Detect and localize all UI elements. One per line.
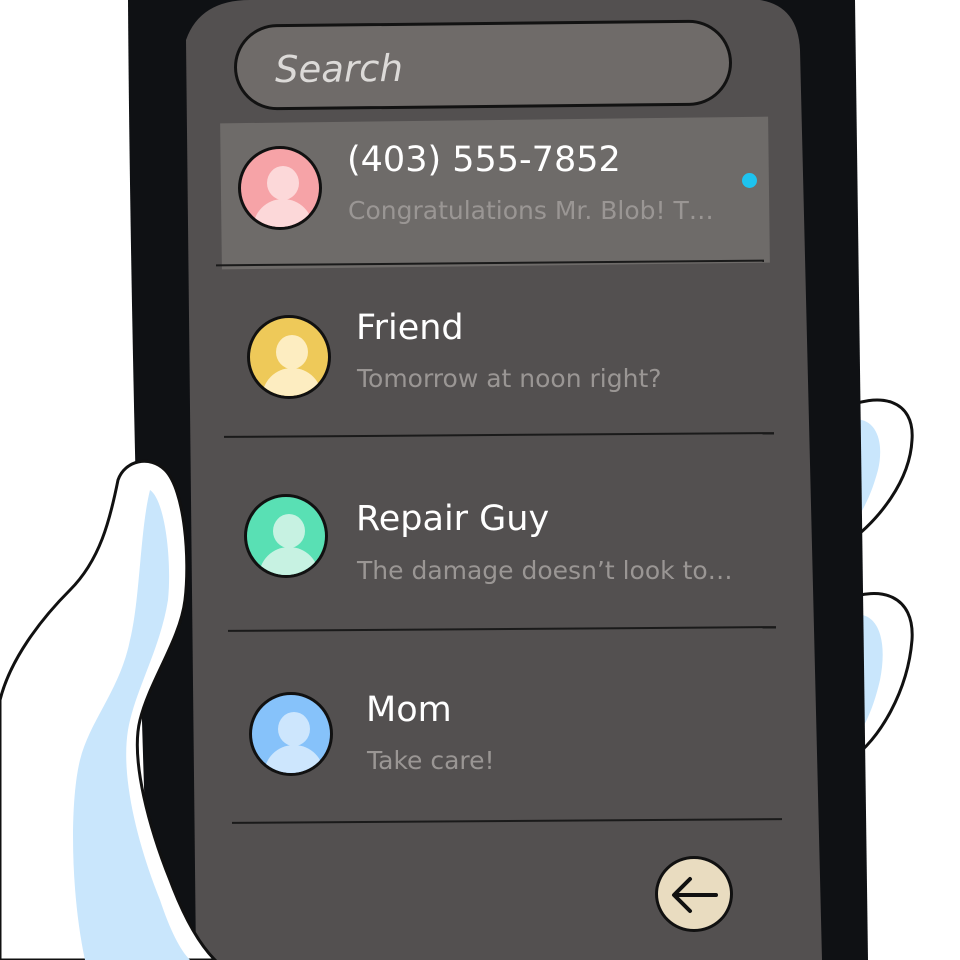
avatar-body-shape: [264, 745, 324, 773]
avatar: [249, 692, 333, 776]
avatar-head-shape: [276, 335, 308, 369]
avatar: [238, 146, 322, 230]
back-button[interactable]: [655, 856, 733, 932]
conversation-name: Friend: [356, 308, 464, 348]
unread-indicator-dot: [742, 173, 757, 188]
conversation-preview: Tomorrow at noon right?: [357, 364, 662, 393]
illustration-scene: Search (403) 555-7852 Congratulations Mr…: [0, 0, 960, 960]
avatar: [244, 494, 328, 578]
arrow-left-icon: [672, 877, 718, 913]
conversation-preview: Congratulations Mr. Blob! T…: [348, 196, 714, 225]
search-bar[interactable]: Search: [233, 19, 733, 111]
avatar-body-shape: [262, 368, 322, 396]
avatar-head-shape: [267, 166, 299, 200]
avatar-head-shape: [273, 514, 305, 548]
conversation-name: Repair Guy: [356, 499, 550, 539]
avatar-body-shape: [259, 547, 319, 575]
conversation-preview: Take care!: [367, 746, 495, 775]
avatar: [247, 315, 331, 399]
search-placeholder: Search: [274, 46, 404, 92]
conversation-preview: The damage doesn’t look to…: [357, 556, 733, 585]
conversation-name: Mom: [366, 690, 452, 730]
avatar-head-shape: [278, 712, 310, 746]
conversation-name: (403) 555-7852: [347, 140, 621, 180]
avatar-body-shape: [253, 199, 313, 227]
